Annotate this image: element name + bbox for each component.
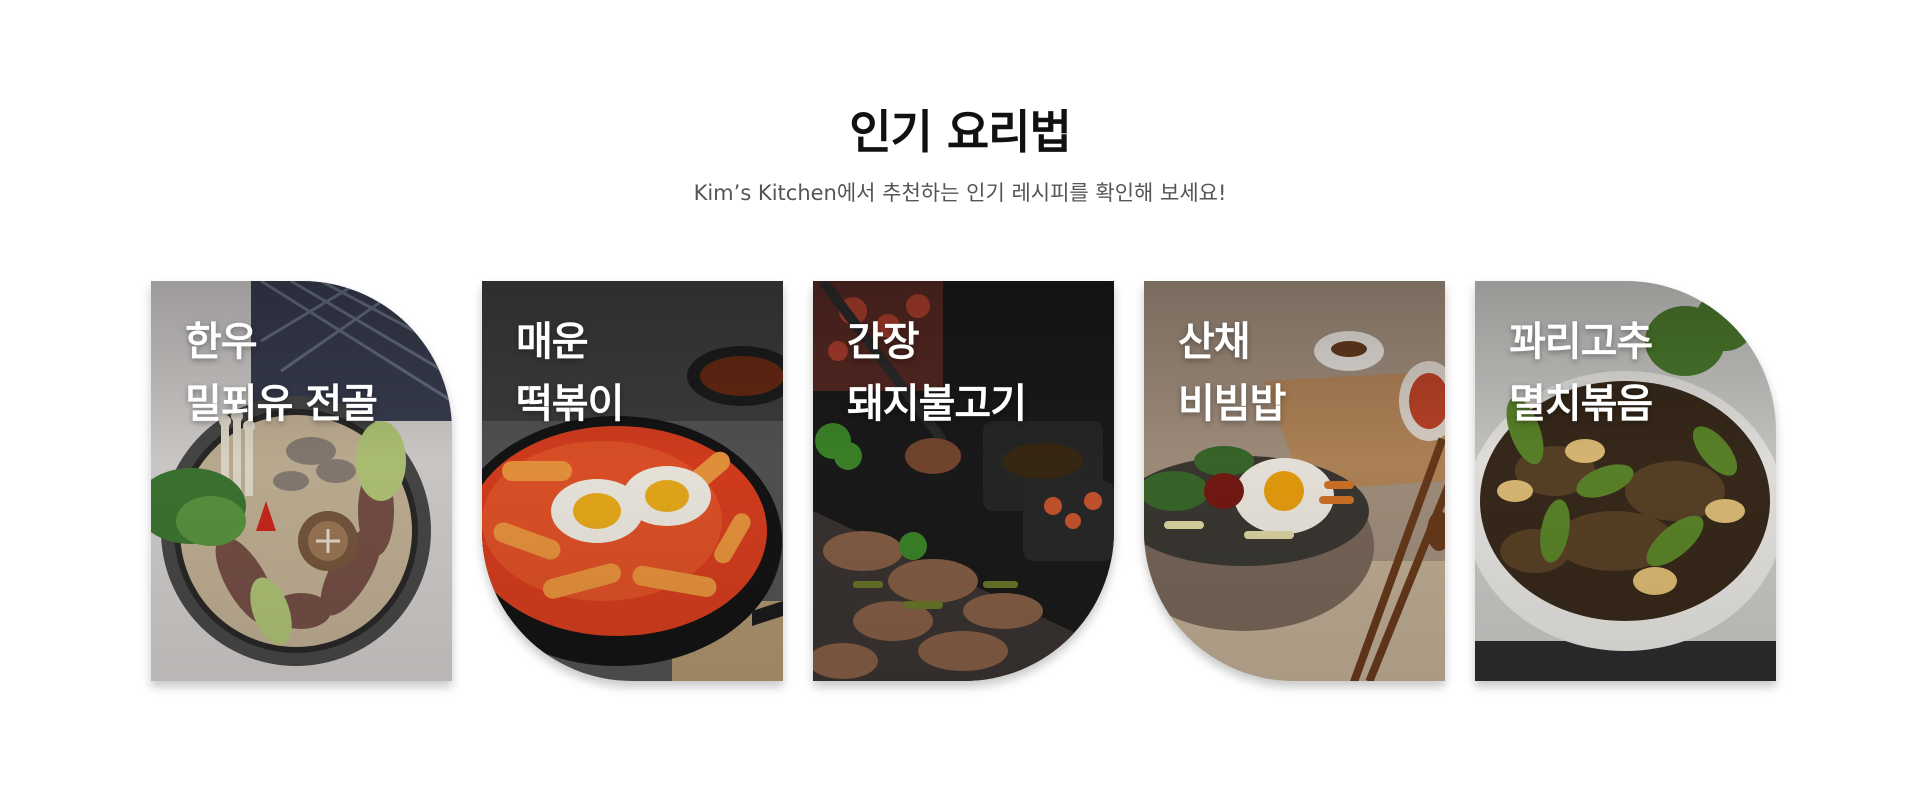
recipe-title-line2: 비빔밥 <box>1178 381 1286 427</box>
section-subtitle: Kim’s Kitchen에서 추천하는 인기 레시피를 확인해 보세요! <box>693 181 1227 205</box>
recipe-title-line1: 꽈리고추 <box>1509 319 1653 365</box>
recipe-title: 한우 밀푀유 전골 <box>185 311 445 435</box>
recipe-title-line1: 매운 <box>516 319 589 365</box>
recipe-title-line1: 간장 <box>847 319 920 365</box>
recipe-title: 매운 떡볶이 <box>516 311 776 435</box>
recipe-title: 산채 비빔밥 <box>1178 311 1438 435</box>
recipe-title-line2: 밀푀유 전골 <box>185 381 378 427</box>
recipe-title-line1: 한우 <box>185 319 258 365</box>
popular-recipes-section: 인기 요리법 Kim’s Kitchen에서 추천하는 인기 레시피를 확인해 … <box>0 0 1920 800</box>
recipe-card-list: 한우 밀푀유 전골 매운 떡볶이 간장 돼지불고기 산채 비빔밥 꽈리고추 멸치… <box>151 281 1776 681</box>
recipe-card-shishito-anchovy[interactable]: 꽈리고추 멸치볶음 <box>1475 281 1776 681</box>
recipe-card-spicy-tteokbokki[interactable]: 매운 떡볶이 <box>482 281 783 681</box>
recipe-title-line2: 떡볶이 <box>516 381 624 427</box>
recipe-title: 꽈리고추 멸치볶음 <box>1509 311 1769 435</box>
recipe-title-line2: 돼지불고기 <box>847 381 1027 427</box>
section-title: 인기 요리법 <box>849 105 1072 159</box>
recipe-title-line2: 멸치볶음 <box>1509 381 1653 427</box>
recipe-card-hanwoo-millefeuille[interactable]: 한우 밀푀유 전골 <box>151 281 452 681</box>
recipe-title: 간장 돼지불고기 <box>847 311 1107 435</box>
recipe-card-soy-pork-bulgogi[interactable]: 간장 돼지불고기 <box>813 281 1114 681</box>
recipe-title-line1: 산채 <box>1178 319 1251 365</box>
recipe-card-wild-greens-bibimbap[interactable]: 산채 비빔밥 <box>1144 281 1445 681</box>
